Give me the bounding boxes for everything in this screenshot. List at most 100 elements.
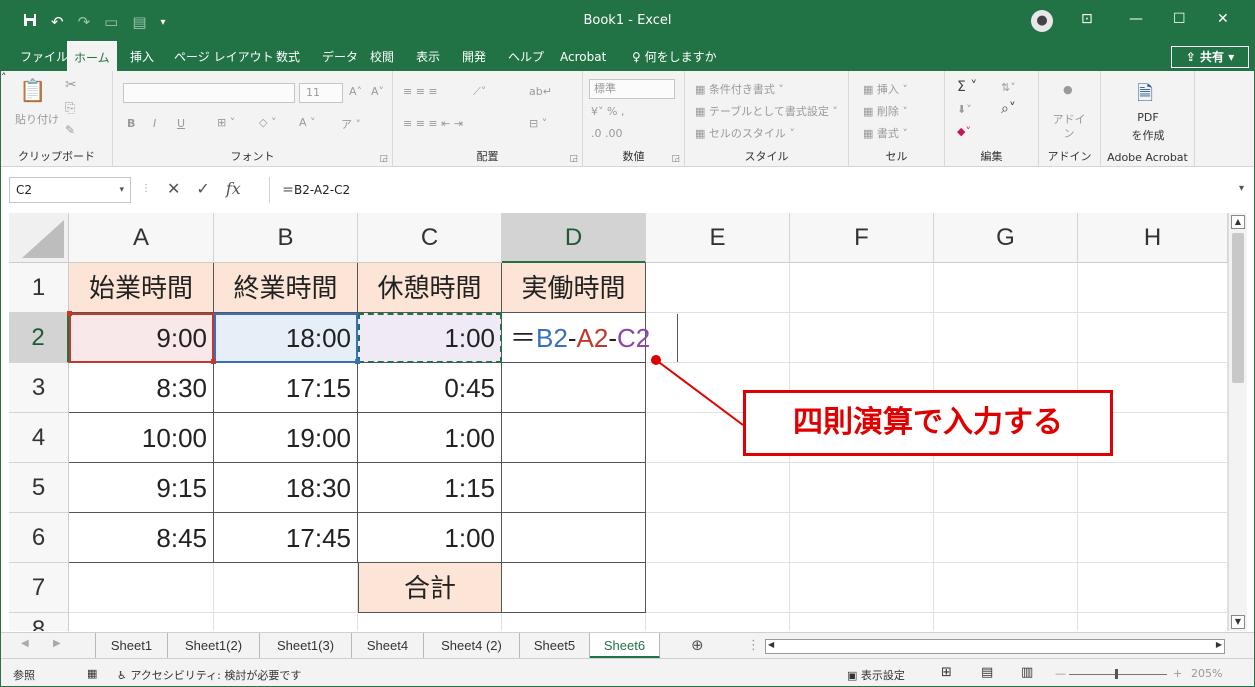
- sheet-tab-sheet5[interactable]: Sheet5: [520, 633, 590, 658]
- insert-function-icon[interactable]: fx: [226, 179, 241, 199]
- vertical-scroll-thumb[interactable]: [1232, 233, 1244, 383]
- column-header-f[interactable]: F: [790, 213, 934, 263]
- cell-c2[interactable]: 1:00: [358, 313, 502, 363]
- cell-b7[interactable]: [214, 563, 358, 613]
- number-format-combo[interactable]: 標準: [589, 79, 675, 99]
- cell-d5[interactable]: [502, 463, 646, 513]
- zoom-level[interactable]: 205%: [1191, 667, 1222, 680]
- tab-split-handle-icon[interactable]: ⋮: [747, 638, 760, 653]
- conditional-format-button[interactable]: ▦ 条件付き書式 ˅: [695, 81, 784, 97]
- empty-cell[interactable]: [1078, 263, 1228, 313]
- column-header-d[interactable]: D: [502, 213, 646, 263]
- cancel-icon[interactable]: ✕: [167, 179, 180, 199]
- pdf-icon[interactable]: 🗎: [1137, 79, 1153, 113]
- cell-d1[interactable]: 実働時間: [502, 263, 646, 313]
- sheet-tab-sheet1[interactable]: Sheet1: [96, 633, 168, 658]
- cell-c1[interactable]: 休憩時間: [358, 263, 502, 313]
- cell-d6[interactable]: [502, 513, 646, 563]
- minimize-button[interactable]: —: [1129, 11, 1143, 27]
- format-painter-icon[interactable]: ✎: [65, 123, 75, 137]
- paste-label[interactable]: 貼り付け: [15, 111, 59, 127]
- column-header-h[interactable]: H: [1078, 213, 1228, 263]
- vertical-scrollbar[interactable]: ▲ ▼: [1228, 213, 1247, 631]
- cell-d3[interactable]: [502, 363, 646, 413]
- cell-a1[interactable]: 始業時間: [69, 263, 214, 313]
- tab-page-layout[interactable]: ページ レイアウト: [167, 41, 281, 71]
- underline-icon[interactable]: U: [177, 117, 185, 130]
- select-all-button[interactable]: [9, 213, 69, 263]
- zoom-slider-thumb[interactable]: [1115, 669, 1118, 679]
- empty-cell[interactable]: [1078, 613, 1228, 631]
- cell-b2[interactable]: 18:00: [214, 313, 358, 363]
- ref-handle-a2-br[interactable]: [211, 359, 216, 364]
- empty-cell[interactable]: [934, 463, 1078, 513]
- empty-cell[interactable]: [646, 513, 790, 563]
- find-icon[interactable]: ⌕˅: [1001, 101, 1016, 117]
- sort-filter-icon[interactable]: ⇅˅: [1001, 81, 1016, 94]
- close-button[interactable]: ✕: [1217, 11, 1229, 27]
- cell-a4[interactable]: 10:00: [69, 413, 214, 463]
- create-pdf-label-1[interactable]: PDF: [1101, 111, 1195, 124]
- tab-developer[interactable]: 開発: [455, 41, 493, 71]
- tab-data[interactable]: データ: [315, 41, 365, 71]
- fill-icon[interactable]: ⬇˅: [957, 103, 972, 116]
- cell-a3[interactable]: 8:30: [69, 363, 214, 413]
- cell-b6[interactable]: 17:45: [214, 513, 358, 563]
- align-top-icon[interactable]: ≡ ≡ ≡: [403, 85, 438, 98]
- borders-icon[interactable]: ⊞ ˅: [217, 116, 235, 129]
- phonetic-icon[interactable]: ア ˅: [341, 116, 361, 132]
- empty-cell[interactable]: [1078, 513, 1228, 563]
- zoom-slider[interactable]: [1069, 674, 1167, 675]
- cell-a7[interactable]: [69, 563, 214, 613]
- tab-review[interactable]: 校閲: [363, 41, 401, 71]
- clear-icon[interactable]: ◆˅: [957, 125, 971, 138]
- font-name-combo[interactable]: [123, 83, 295, 103]
- cell-a2[interactable]: 9:00: [69, 313, 214, 363]
- horizontal-scrollbar[interactable]: ◀ ▶: [765, 639, 1225, 654]
- page-layout-view-icon[interactable]: ▤: [981, 665, 993, 680]
- sheet-tab-sheet1-3[interactable]: Sheet1(3): [260, 633, 352, 658]
- italic-icon[interactable]: I: [153, 117, 156, 130]
- cell-b1[interactable]: 終業時間: [214, 263, 358, 313]
- cell-d2-editing[interactable]: ＝B2-A2-C2: [502, 313, 650, 363]
- empty-cell[interactable]: [502, 613, 646, 631]
- empty-cell[interactable]: [1078, 313, 1228, 363]
- format-cells-button[interactable]: ▦ 書式 ˅: [863, 125, 908, 141]
- autosum-icon[interactable]: Σ ˅: [957, 79, 977, 95]
- cell-c7[interactable]: 合計: [358, 563, 502, 613]
- empty-cell[interactable]: [1078, 563, 1228, 613]
- empty-cell[interactable]: [790, 563, 934, 613]
- row-header-2[interactable]: 2: [9, 313, 69, 363]
- tab-file[interactable]: ファイル: [13, 41, 75, 71]
- cell-d7[interactable]: [502, 563, 646, 613]
- share-button[interactable]: ⇪ 共有 ▾: [1171, 46, 1249, 68]
- empty-cell[interactable]: [646, 563, 790, 613]
- ref-handle-b2[interactable]: [355, 359, 360, 364]
- empty-cell[interactable]: [646, 613, 790, 631]
- column-header-b[interactable]: B: [214, 213, 358, 263]
- empty-cell[interactable]: [790, 463, 934, 513]
- zoom-out-icon[interactable]: —: [1055, 667, 1066, 680]
- orientation-icon[interactable]: ⟋˅: [473, 85, 486, 99]
- cell-b5[interactable]: 18:30: [214, 463, 358, 513]
- enter-icon[interactable]: ✓: [196, 179, 209, 199]
- cell-b4[interactable]: 19:00: [214, 413, 358, 463]
- zoom-in-icon[interactable]: +: [1173, 667, 1182, 680]
- column-header-c[interactable]: C: [358, 213, 502, 263]
- column-header-g[interactable]: G: [934, 213, 1078, 263]
- create-pdf-label-2[interactable]: を作成: [1101, 127, 1195, 143]
- prev-sheet-icon[interactable]: ◀: [21, 638, 29, 649]
- row-header-4[interactable]: 4: [9, 413, 69, 463]
- add-sheet-icon[interactable]: ⊕: [691, 636, 704, 654]
- cut-icon[interactable]: ✂: [65, 77, 77, 93]
- cell-a5[interactable]: 9:15: [69, 463, 214, 513]
- row-header-8[interactable]: 8: [9, 613, 69, 631]
- restore-button[interactable]: ☐: [1173, 11, 1186, 27]
- column-header-e[interactable]: E: [646, 213, 790, 263]
- scroll-up-icon[interactable]: ▲: [1231, 215, 1245, 229]
- tab-formulas[interactable]: 数式: [269, 41, 307, 71]
- cell-d4[interactable]: [502, 413, 646, 463]
- align-left-icon[interactable]: ≡ ≡ ≡ ⇤ ⇥: [403, 117, 463, 130]
- page-break-view-icon[interactable]: ▥: [1021, 665, 1033, 680]
- expand-formula-icon[interactable]: ▾: [1239, 183, 1244, 194]
